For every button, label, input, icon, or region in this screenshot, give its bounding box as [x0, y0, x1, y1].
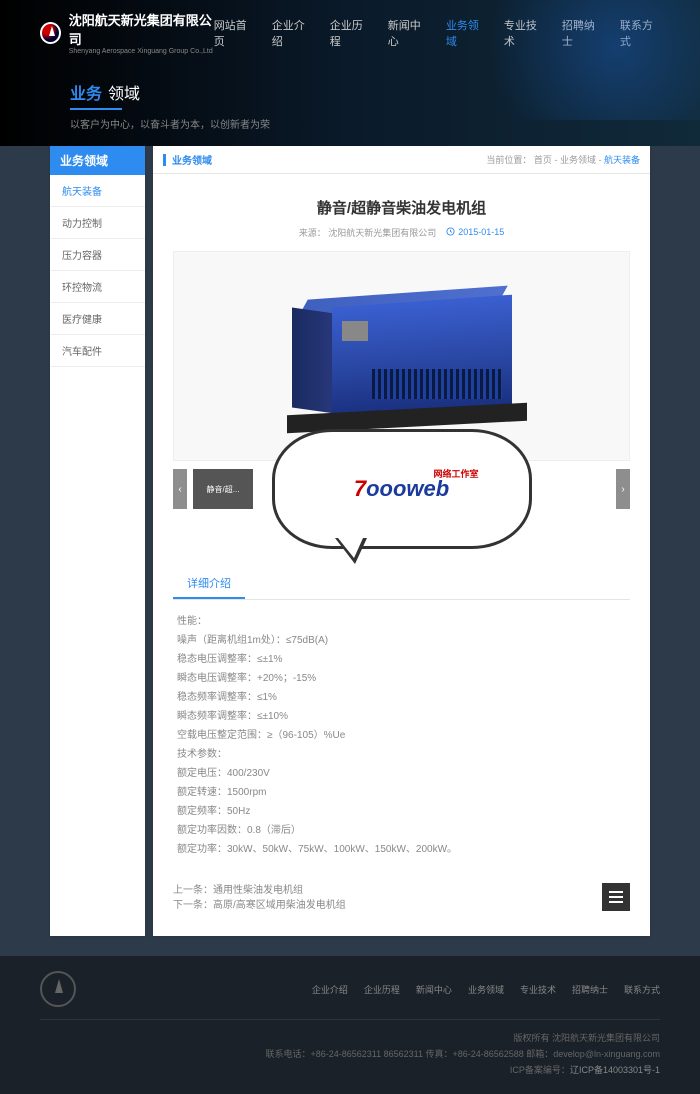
article: 静音/超静音柴油发电机组 来源： 沈阳航天新光集团有限公司 2015-01-15	[153, 174, 650, 936]
sidebar-item[interactable]: 环控物流	[50, 271, 145, 303]
sidebar-item[interactable]: 医疗健康	[50, 303, 145, 335]
footer-icp[interactable]: 辽ICP备14003301号-1	[570, 1065, 660, 1075]
nav-item[interactable]: 联系方式	[620, 17, 660, 49]
spec-line: 空载电压整定范围：≥（96-105）%Ue	[177, 726, 626, 745]
article-title: 静音/超静音柴油发电机组	[173, 197, 630, 218]
topbar: 沈阳航天新光集团有限公司 Shenyang Aerospace Xinguang…	[0, 0, 700, 65]
thumb-next-button[interactable]: ›	[616, 469, 630, 509]
crumb-section: 业务领域	[172, 152, 212, 167]
sidebar-item[interactable]: 压力容器	[50, 239, 145, 271]
banner-title-1: 业务	[70, 80, 102, 104]
footer-tel: +86-24-86562311 86562311 传真：+86-24-86562…	[310, 1049, 660, 1059]
article-source: 沈阳航天新光集团有限公司	[328, 228, 436, 238]
footer-nav: 企业介绍 企业历程 新闻中心 业务领域 专业技术 招聘纳士 联系方式	[312, 983, 660, 996]
tab-detail[interactable]: 详细介绍	[173, 569, 245, 599]
nav-item[interactable]: 新闻中心	[388, 17, 428, 49]
spec-line: 额定电压：400/230V	[177, 764, 626, 783]
specs: 性能：噪声（距离机组1m处）：≤75dB(A)稳态电压调整率：≤±1%瞬态电压调…	[173, 600, 630, 871]
nav-item[interactable]: 专业技术	[504, 17, 544, 49]
footer-info: 版权所有 沈阳航天新光集团有限公司 联系电话：+86-24-86562311 8…	[40, 1020, 660, 1079]
footer-nav-item[interactable]: 招聘纳士	[572, 983, 608, 996]
article-meta: 来源： 沈阳航天新光集团有限公司 2015-01-15	[173, 226, 630, 239]
article-date: 2015-01-15	[446, 227, 504, 237]
crumb-cat[interactable]: 业务领域	[560, 155, 596, 165]
prev-link[interactable]: 通用性柴油发电机组	[213, 885, 303, 896]
clock-icon	[446, 227, 455, 236]
thumbnail[interactable]: 静音/超...	[193, 469, 253, 509]
nav-item[interactable]: 业务领域	[446, 17, 486, 49]
spec-line: 稳态频率调整率：≤1%	[177, 688, 626, 707]
sidebar-head: 业务领域	[50, 146, 145, 175]
page: 业务领域 航天装备动力控制压力容器环控物流医疗健康汽车配件 业务领域 当前位置：…	[50, 146, 650, 956]
sidebar-item[interactable]: 动力控制	[50, 207, 145, 239]
article-pager: 上一条：通用性柴油发电机组 下一条：高原/高寒区域用柴油发电机组	[173, 881, 630, 911]
main-nav: 网站首页企业介绍企业历程新闻中心业务领域专业技术招聘纳士联系方式	[214, 17, 660, 49]
next-link[interactable]: 高原/高寒区域用柴油发电机组	[213, 900, 346, 911]
footer-logo-icon	[40, 971, 76, 1007]
nav-item[interactable]: 网站首页	[214, 17, 254, 49]
company-name: 沈阳航天新光集团有限公司	[69, 13, 212, 47]
company-name-en: Shenyang Aerospace Xinguang Group Co.,Lt…	[69, 48, 214, 55]
list-button[interactable]	[602, 883, 630, 911]
sidebar: 业务领域 航天装备动力控制压力容器环控物流医疗健康汽车配件	[50, 146, 145, 936]
banner-underline	[70, 108, 122, 110]
spec-line: 技术参数：	[177, 745, 626, 764]
spec-line: 额定频率：50Hz	[177, 802, 626, 821]
product-image[interactable]	[173, 251, 630, 461]
footer-nav-item[interactable]: 联系方式	[624, 983, 660, 996]
crumb-current: 航天装备	[604, 155, 640, 165]
footer-nav-item[interactable]: 新闻中心	[416, 983, 452, 996]
crumb-home[interactable]: 首页	[534, 155, 552, 165]
footer-nav-item[interactable]: 企业历程	[364, 983, 400, 996]
crumb-marker	[163, 154, 166, 166]
spec-line: 性能：	[177, 612, 626, 631]
spec-line: 额定转速：1500rpm	[177, 783, 626, 802]
footer-nav-item[interactable]: 企业介绍	[312, 983, 348, 996]
footer-nav-item[interactable]: 专业技术	[520, 983, 556, 996]
spec-line: 瞬态电压调整率：+20%；-15%	[177, 669, 626, 688]
banner: 业务领域 以客户为中心，以奋斗者为本，以创新者为荣	[0, 65, 700, 146]
logo[interactable]: 沈阳航天新光集团有限公司 Shenyang Aerospace Xinguang…	[40, 10, 214, 55]
detail-tab: 详细介绍	[173, 569, 630, 600]
generator-illustration	[272, 281, 532, 431]
banner-desc: 以客户为中心，以奋斗者为本，以创新者为荣	[70, 116, 630, 131]
copyright: 版权所有 沈阳航天新光集团有限公司	[40, 1030, 660, 1046]
header: 沈阳航天新光集团有限公司 Shenyang Aerospace Xinguang…	[0, 0, 700, 146]
thumbnail-bar: ‹ 静音/超... › 77oooweboooweb 网络工作室	[173, 469, 630, 509]
footer-nav-item[interactable]: 业务领域	[468, 983, 504, 996]
spec-line: 稳态电压调整率：≤±1%	[177, 650, 626, 669]
spec-line: 瞬态频率调整率：≤±10%	[177, 707, 626, 726]
logo-icon	[40, 22, 61, 44]
spec-line: 额定功率因数：0.8（滞后）	[177, 821, 626, 840]
banner-title-2: 领域	[108, 80, 140, 104]
sidebar-item[interactable]: 汽车配件	[50, 335, 145, 367]
nav-item[interactable]: 企业历程	[330, 17, 370, 49]
spec-line: 额定功率：30kW、50kW、75kW、100kW、150kW、200kW。	[177, 840, 626, 859]
crumb-position: 当前位置： 首页 - 业务领域 - 航天装备	[486, 153, 640, 166]
sidebar-item[interactable]: 航天装备	[50, 175, 145, 207]
nav-item[interactable]: 企业介绍	[272, 17, 312, 49]
main-content: 业务领域 当前位置： 首页 - 业务领域 - 航天装备 静音/超静音柴油发电机组…	[153, 146, 650, 936]
spec-line: 噪声（距离机组1m处）：≤75dB(A)	[177, 631, 626, 650]
breadcrumb: 业务领域 当前位置： 首页 - 业务领域 - 航天装备	[153, 146, 650, 174]
footer: 企业介绍 企业历程 新闻中心 业务领域 专业技术 招聘纳士 联系方式 版权所有 沈阳航天新光…	[0, 956, 700, 1094]
nav-item[interactable]: 招聘纳士	[562, 17, 602, 49]
thumb-prev-button[interactable]: ‹	[173, 469, 187, 509]
